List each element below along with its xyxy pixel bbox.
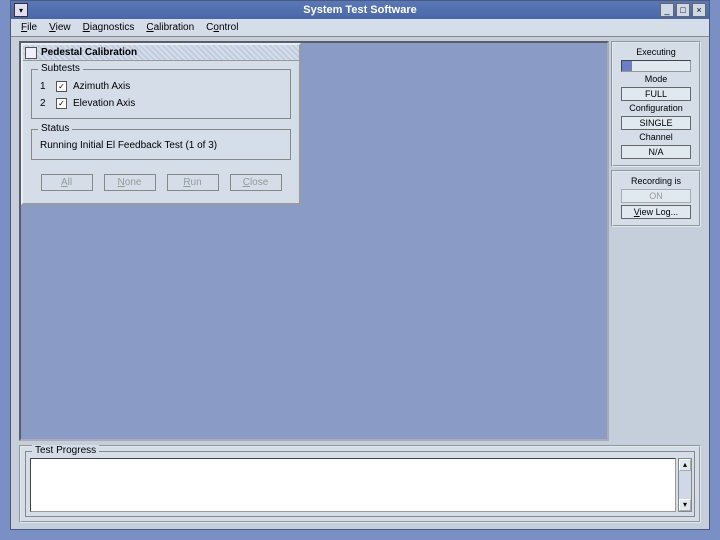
recording-panel: Recording is ON View Log...: [611, 170, 701, 227]
menu-calibration[interactable]: Calibration: [140, 20, 200, 35]
channel-label: Channel: [615, 132, 697, 142]
minimize-button[interactable]: _: [660, 3, 674, 17]
test-progress-panel: Test Progress ▴ ▾: [19, 445, 701, 523]
window-controls: _ □ ×: [660, 3, 706, 17]
status-text: Running Initial El Feedback Test (1 of 3…: [38, 138, 284, 153]
titlebar: ▾ System Test Software _ □ ×: [11, 1, 709, 19]
run-button[interactable]: Run: [167, 174, 219, 191]
menu-file[interactable]: File: [15, 20, 43, 35]
scroll-down-icon[interactable]: ▾: [679, 499, 691, 511]
executing-progress: [621, 60, 692, 72]
test-progress-fieldset: Test Progress ▴ ▾: [25, 451, 695, 517]
subtest-num: 2: [40, 98, 50, 109]
menu-diagnostics[interactable]: Diagnostics: [77, 20, 141, 35]
none-button[interactable]: None: [104, 174, 156, 191]
scroll-up-icon[interactable]: ▴: [679, 459, 691, 471]
subtest-num: 1: [40, 81, 50, 92]
dialog-buttons: All None Run Close: [31, 170, 291, 195]
subtest-checkbox-azimuth[interactable]: ✓: [56, 81, 67, 92]
subtest-label: Azimuth Axis: [73, 81, 130, 92]
scrollbar[interactable]: ▴ ▾: [678, 458, 692, 512]
config-label: Configuration: [615, 103, 697, 113]
main-area: Pedestal Calibration Subtests 1 ✓ Azimut…: [19, 41, 609, 441]
dialog-window-icon: [25, 47, 37, 59]
executing-panel: Executing Mode FULL Configuration SINGLE…: [611, 41, 701, 167]
channel-value-button[interactable]: N/A: [621, 145, 692, 159]
config-value-button[interactable]: SINGLE: [621, 116, 692, 130]
window-title: System Test Software: [303, 4, 417, 16]
status-legend: Status: [38, 123, 72, 134]
subtests-fieldset: Subtests 1 ✓ Azimuth Axis 2 ✓ Elevation …: [31, 69, 291, 119]
close-dialog-button[interactable]: Close: [230, 174, 282, 191]
recording-label: Recording is: [615, 176, 697, 186]
mode-value-button[interactable]: FULL: [621, 87, 692, 101]
subtest-row-2: 2 ✓ Elevation Axis: [38, 95, 284, 112]
dialog-titlebar[interactable]: Pedestal Calibration: [23, 45, 299, 61]
recording-state-button[interactable]: ON: [621, 189, 692, 203]
subtest-row-1: 1 ✓ Azimuth Axis: [38, 78, 284, 95]
progress-fill: [622, 61, 632, 71]
dialog-title: Pedestal Calibration: [41, 47, 137, 58]
mode-label: Mode: [615, 74, 697, 84]
close-button[interactable]: ×: [692, 3, 706, 17]
subtest-checkbox-elevation[interactable]: ✓: [56, 98, 67, 109]
subtests-legend: Subtests: [38, 63, 83, 74]
subtest-label: Elevation Axis: [73, 98, 135, 109]
test-progress-textarea[interactable]: [30, 458, 676, 512]
maximize-button[interactable]: □: [676, 3, 690, 17]
dialog-body: Subtests 1 ✓ Azimuth Axis 2 ✓ Elevation …: [23, 61, 299, 203]
side-panels: Executing Mode FULL Configuration SINGLE…: [611, 41, 701, 227]
menu-control[interactable]: Control: [200, 20, 244, 35]
client-area: Pedestal Calibration Subtests 1 ✓ Azimut…: [11, 37, 709, 529]
test-progress-legend: Test Progress: [32, 445, 99, 456]
executing-label: Executing: [615, 47, 697, 57]
main-window: ▾ System Test Software _ □ × File View D…: [10, 0, 710, 530]
pedestal-calibration-dialog: Pedestal Calibration Subtests 1 ✓ Azimut…: [21, 43, 301, 205]
menubar: File View Diagnostics Calibration Contro…: [11, 19, 709, 37]
menu-view[interactable]: View: [43, 20, 77, 35]
status-fieldset: Status Running Initial El Feedback Test …: [31, 129, 291, 160]
view-log-button[interactable]: View Log...: [621, 205, 692, 219]
window-menu-icon[interactable]: ▾: [14, 3, 28, 17]
all-button[interactable]: All: [41, 174, 93, 191]
